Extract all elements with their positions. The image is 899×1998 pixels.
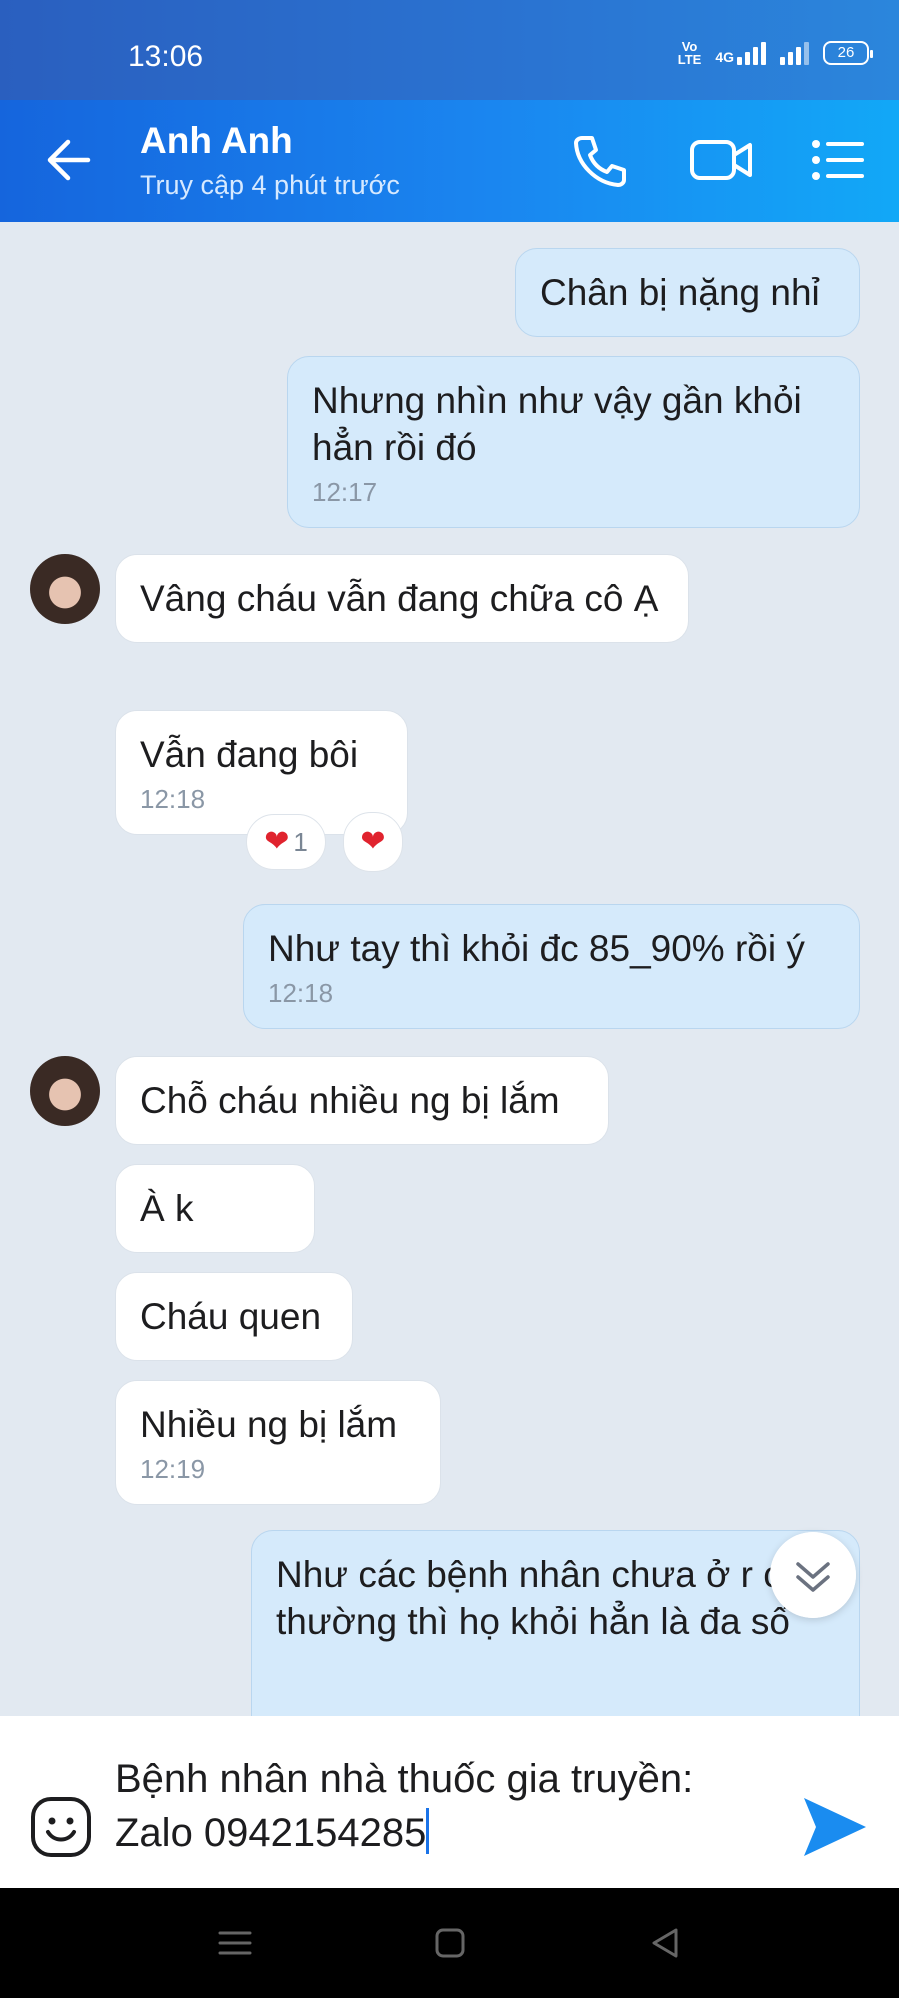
message-text: Vâng cháu vẫn đang chữa cô Ạ (140, 578, 659, 619)
video-call-icon[interactable] (688, 128, 754, 192)
message-text: Cháu quen (140, 1296, 322, 1337)
nav-back-icon[interactable] (640, 1918, 690, 1968)
message-time: 12:19 (140, 1454, 206, 1484)
message-bubble-outgoing[interactable]: Chân bị nặng nhỉ (515, 248, 860, 337)
reaction-summary[interactable]: ❤ 1 (246, 814, 326, 870)
message-time: 12:18 (268, 978, 334, 1008)
avatar[interactable] (30, 554, 100, 624)
message-text: Nhưng nhìn như vậy gần khỏi hẳn rồi đó (312, 380, 802, 468)
message-bubble-outgoing[interactable]: Nhưng nhìn như vậy gần khỏi hẳn rồi đó 1… (287, 356, 860, 528)
contact-status: Truy cập 4 phút trước (140, 170, 400, 200)
network-indicator: 4G (715, 41, 766, 65)
chat-header: Anh Anh Truy cập 4 phút trước (0, 100, 899, 222)
message-bubble-incoming[interactable]: Vâng cháu vẫn đang chữa cô Ạ (115, 554, 689, 643)
message-text: À k (140, 1188, 194, 1229)
emoji-icon[interactable] (30, 1796, 92, 1858)
message-time: 12:18 (140, 784, 206, 814)
battery-icon: 26 (823, 41, 873, 65)
message-input[interactable]: Bệnh nhân nhà thuốc gia truyền: Zalo 094… (115, 1752, 775, 1860)
message-bubble-outgoing[interactable]: Như tay thì khỏi đc 85_90% rồi ý 12:18 (243, 904, 860, 1029)
message-text: Chân bị nặng nhỉ (540, 272, 820, 313)
message-composer: Bệnh nhân nhà thuốc gia truyền: Zalo 094… (0, 1716, 899, 1888)
message-bubble-outgoing[interactable]: Như các bệnh nhân chưa ở r cô thường thì… (251, 1530, 860, 1716)
menu-list-icon[interactable] (808, 128, 868, 192)
heart-icon: ❤ (264, 825, 290, 858)
phone-icon[interactable] (568, 128, 632, 192)
volte-indicator: Vo LTE (677, 39, 702, 67)
message-text: Chỗ cháu nhiều ng bị lắm (140, 1080, 560, 1121)
nav-menu-icon[interactable] (210, 1918, 260, 1968)
signal-2-icon (780, 41, 809, 65)
message-input-value: Bệnh nhân nhà thuốc gia truyền: Zalo 094… (115, 1757, 694, 1855)
status-bar: 13:06 Vo LTE 4G 26 (0, 0, 899, 100)
message-bubble-incoming[interactable]: À k (115, 1164, 315, 1253)
heart-icon: ❤ (360, 825, 386, 858)
message-bubble-incoming[interactable]: Nhiều ng bị lắm 12:19 (115, 1380, 441, 1505)
text-caret (426, 1808, 430, 1854)
status-time: 13:06 (128, 40, 204, 73)
message-text: Nhiều ng bị lắm (140, 1404, 398, 1445)
message-bubble-incoming[interactable]: Chỗ cháu nhiều ng bị lắm (115, 1056, 609, 1145)
system-nav-bar (0, 1888, 899, 1998)
reaction-count: 1 (293, 826, 308, 857)
status-icons: Vo LTE 4G 26 (677, 39, 873, 67)
contact-name[interactable]: Anh Anh (140, 120, 293, 162)
message-text: Vẫn đang bôi (140, 734, 359, 775)
message-time: 12:17 (312, 477, 378, 507)
network-type: 4G (715, 49, 734, 65)
react-button[interactable]: ❤ (343, 812, 403, 872)
send-icon[interactable] (800, 1794, 870, 1860)
message-bubble-incoming[interactable]: Cháu quen (115, 1272, 353, 1361)
back-arrow-icon[interactable] (40, 130, 100, 190)
nav-home-icon[interactable] (425, 1918, 475, 1968)
message-text: Như các bệnh nhân chưa ở r cô thường thì… (276, 1554, 803, 1642)
avatar[interactable] (30, 1056, 100, 1126)
message-list[interactable]: Chân bị nặng nhỉ Nhưng nhìn như vậy gần … (0, 222, 899, 1716)
signal-icon (737, 41, 766, 65)
chevron-double-down-icon[interactable] (770, 1532, 856, 1618)
message-text: Như tay thì khỏi đc 85_90% rồi ý (268, 928, 805, 969)
